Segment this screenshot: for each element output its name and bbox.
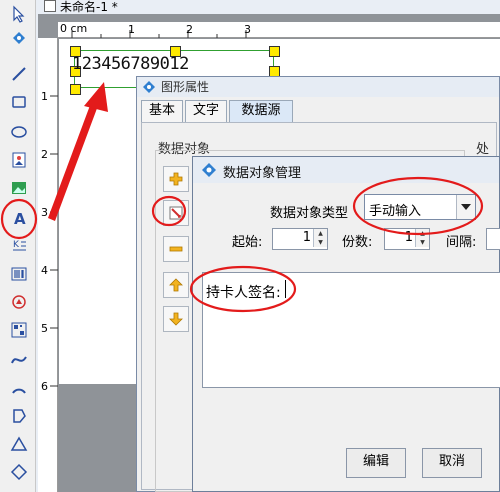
- edit-button[interactable]: 编辑: [346, 448, 406, 478]
- dialog-app-icon: [201, 162, 217, 178]
- barcode-icon[interactable]: [9, 264, 29, 284]
- diamond-icon[interactable]: [9, 462, 29, 482]
- start-stepper[interactable]: 1 ▲ ▼: [272, 228, 328, 250]
- dialog-app-icon: [142, 80, 156, 94]
- tab-data-source[interactable]: 数据源: [229, 100, 293, 123]
- stepper-arrows[interactable]: ▲ ▼: [415, 229, 429, 247]
- arc-icon[interactable]: [9, 378, 29, 398]
- remove-data-object-button[interactable]: [163, 236, 189, 262]
- qrcode-icon[interactable]: [9, 320, 29, 340]
- paint-icon[interactable]: [9, 28, 29, 48]
- plus-icon: [169, 172, 183, 186]
- multiline-text-icon[interactable]: K: [9, 236, 29, 256]
- cancel-button[interactable]: 取消: [422, 448, 482, 478]
- ruler-origin-label: 0 cm: [60, 22, 88, 35]
- start-value: 1: [302, 230, 311, 245]
- picture-icon[interactable]: [9, 178, 29, 198]
- document-tab[interactable]: 未命名-1 *: [44, 0, 134, 14]
- manual-input-text: 持卡人签名:: [206, 285, 281, 301]
- triangle-icon[interactable]: [9, 434, 29, 454]
- copies-label: 份数:: [342, 235, 373, 250]
- stepper-arrows[interactable]: ▲ ▼: [313, 229, 327, 247]
- edit-icon: [169, 206, 183, 220]
- data-object-type-label: 数据对象类型: [270, 206, 349, 221]
- data-object-type-select[interactable]: 手动输入: [364, 194, 476, 220]
- move-down-button[interactable]: [163, 306, 189, 332]
- properties-dialog-title: 图形属性: [137, 77, 499, 97]
- image-icon[interactable]: [9, 150, 29, 170]
- copies-value: 1: [404, 230, 413, 245]
- text-icon[interactable]: A: [9, 208, 29, 228]
- resize-handle[interactable]: [269, 46, 280, 57]
- move-up-button[interactable]: [163, 272, 189, 298]
- add-data-object-button[interactable]: [163, 166, 189, 192]
- stamp-icon[interactable]: [9, 292, 29, 312]
- text-caret: [285, 280, 286, 298]
- rectangle-icon[interactable]: [9, 92, 29, 112]
- edit-data-object-button[interactable]: [163, 200, 189, 226]
- document-tab-title: 未命名-1 *: [60, 0, 118, 14]
- tab-text[interactable]: 文字: [185, 100, 227, 123]
- tab-basic[interactable]: 基本: [141, 100, 183, 123]
- label-sample-text: 123456789012: [72, 54, 189, 74]
- arrow-up-icon: [169, 278, 183, 292]
- left-ruler: [38, 38, 58, 492]
- arrow-down-icon: [169, 312, 183, 326]
- curve-icon[interactable]: [9, 350, 29, 370]
- polygon-icon[interactable]: [9, 406, 29, 426]
- resize-handle[interactable]: [70, 84, 81, 95]
- svg-text:A: A: [14, 210, 26, 227]
- chevron-down-icon[interactable]: [456, 195, 475, 219]
- cursor-icon[interactable]: [9, 4, 29, 24]
- ellipse-icon[interactable]: [9, 122, 29, 142]
- document-tab-icon: [44, 0, 56, 12]
- copies-stepper[interactable]: 1 ▲ ▼: [384, 228, 430, 250]
- top-ruler: [58, 22, 500, 38]
- start-label: 起始:: [232, 235, 263, 250]
- manager-dialog-title: 数据对象管理: [223, 166, 302, 181]
- data-object-type-value: 手动输入: [369, 204, 422, 219]
- minus-icon: [169, 246, 183, 252]
- svg-text:K: K: [13, 240, 20, 250]
- interval-label: 间隔:: [446, 235, 477, 250]
- line-icon[interactable]: [9, 64, 29, 84]
- interval-stepper[interactable]: [486, 228, 500, 250]
- left-toolbar: A K: [0, 0, 36, 492]
